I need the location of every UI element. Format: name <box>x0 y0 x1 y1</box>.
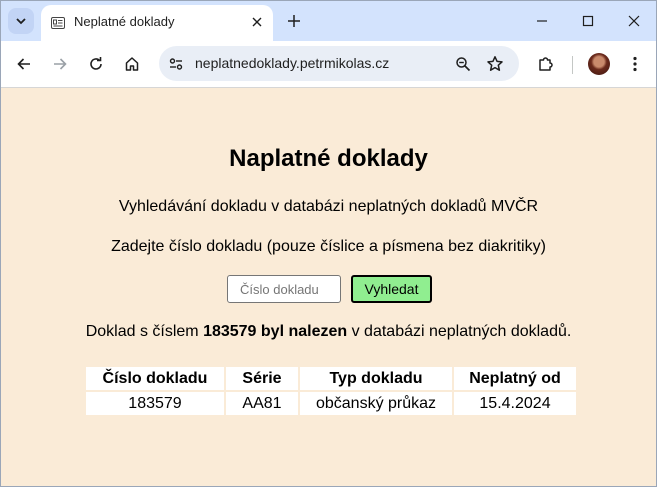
tab-title: Neplatné doklady <box>74 14 175 29</box>
table-row: 183579 AA81 občanský průkaz 15.4.2024 <box>86 392 576 415</box>
url-text[interactable]: neplatnedoklady.petrmikolas.cz <box>195 55 389 71</box>
column-header: Neplatný od <box>454 367 576 390</box>
minimize-button[interactable] <box>520 7 564 35</box>
page-subtitle: Vyhledávání dokladu v databázi neplatnýc… <box>118 198 539 215</box>
maximize-button[interactable] <box>566 7 610 35</box>
table-cell: 15.4.2024 <box>454 392 576 415</box>
profile-avatar[interactable] <box>588 53 610 75</box>
document-number-input[interactable] <box>227 275 341 303</box>
tab-search-button[interactable] <box>8 8 34 34</box>
page-favicon-icon <box>51 16 65 34</box>
page-title: Naplatné doklady <box>229 145 428 172</box>
results-table: Číslo dokladu Série Typ dokladu Neplatný… <box>84 365 578 417</box>
chevron-down-icon <box>16 18 26 25</box>
tune-icon <box>169 58 183 70</box>
zoom-button[interactable] <box>452 53 474 75</box>
table-cell: občanský průkaz <box>300 392 452 415</box>
forward-button[interactable] <box>46 50 74 78</box>
result-prefix: Doklad s číslem <box>85 323 204 340</box>
table-cell: 183579 <box>86 392 224 415</box>
site-info-button[interactable] <box>163 51 189 77</box>
tab-strip: Neplatné doklady <box>1 1 656 41</box>
star-icon <box>487 56 503 71</box>
back-button[interactable] <box>10 50 38 78</box>
toolbar-divider <box>572 56 573 74</box>
table-cell: AA81 <box>226 392 298 415</box>
arrow-left-icon <box>17 58 30 70</box>
table-header-row: Číslo dokladu Série Typ dokladu Neplatný… <box>86 367 576 390</box>
maximize-icon <box>582 15 594 27</box>
home-button[interactable] <box>118 50 146 78</box>
bookmark-button[interactable] <box>483 52 507 76</box>
column-header: Typ dokladu <box>300 367 452 390</box>
address-bar[interactable]: neplatnedoklady.petrmikolas.cz <box>159 46 519 81</box>
browser-window: Neplatné doklady neplatnedoklady.petrmik… <box>0 0 657 487</box>
zoom-out-icon <box>456 57 471 72</box>
arrow-right-icon <box>54 58 67 70</box>
plus-icon <box>288 15 300 27</box>
column-header: Číslo dokladu <box>86 367 224 390</box>
close-icon <box>628 15 640 27</box>
more-vert-icon <box>633 56 637 72</box>
result-emphasis: 183579 byl nalezen <box>203 323 348 340</box>
search-button[interactable]: Vyhledat <box>351 275 432 303</box>
new-tab-button[interactable] <box>283 10 305 32</box>
column-header: Série <box>226 367 298 390</box>
tab-close-icon[interactable] <box>248 13 266 31</box>
minimize-icon <box>537 20 547 22</box>
result-message: Doklad s číslem 183579 byl nalezen v dat… <box>1 323 656 341</box>
reload-icon <box>90 57 102 70</box>
home-icon <box>125 57 139 71</box>
browser-toolbar: neplatnedoklady.petrmikolas.cz <box>1 41 656 88</box>
instruction-text: Zadejte číslo dokladu (pouze číslice a p… <box>111 238 546 255</box>
active-tab[interactable]: Neplatné doklady <box>41 5 273 41</box>
puzzle-icon <box>539 57 553 71</box>
reload-button[interactable] <box>82 50 110 78</box>
result-suffix: v databázi neplatných dokladů. <box>347 323 572 340</box>
menu-button[interactable] <box>621 50 649 78</box>
page-content: Naplatné doklady Vyhledávání dokladu v d… <box>1 88 656 486</box>
close-window-button[interactable] <box>612 7 656 35</box>
extensions-button[interactable] <box>532 50 560 78</box>
